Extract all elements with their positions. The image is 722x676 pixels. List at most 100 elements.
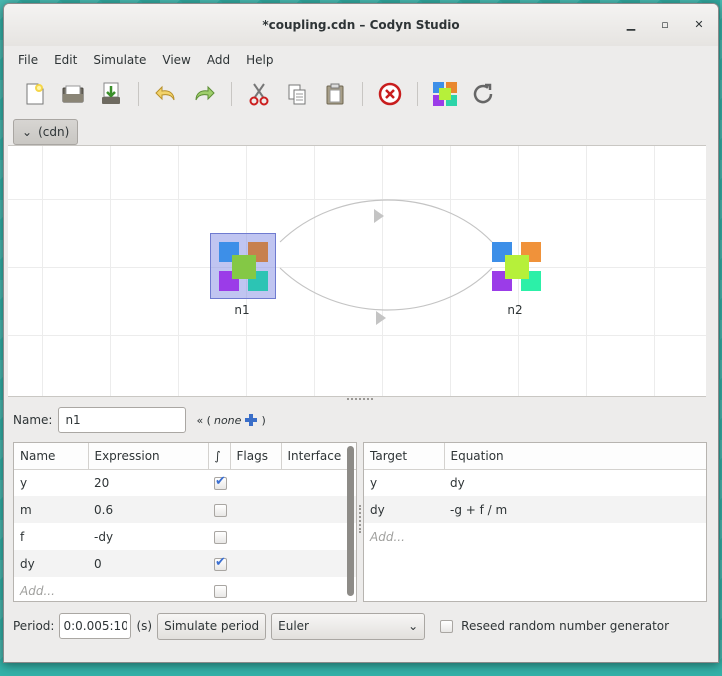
- column-header-target[interactable]: Target: [364, 443, 445, 470]
- integrated-checkbox[interactable]: [214, 474, 227, 490]
- period-field[interactable]: [59, 613, 132, 639]
- period-label: Period:: [13, 619, 55, 633]
- variables-table: Name Expression ∫ Flags Interface y 20 m…: [14, 443, 356, 604]
- scissors-icon[interactable]: [244, 79, 274, 109]
- template-none: none: [213, 413, 242, 427]
- menu-add[interactable]: Add: [199, 46, 238, 74]
- variable-flags[interactable]: [230, 469, 281, 496]
- equation-target[interactable]: y: [364, 469, 444, 496]
- node-label: n1: [234, 303, 250, 317]
- variable-expression[interactable]: 0: [88, 550, 208, 577]
- column-header-expression[interactable]: Expression: [88, 443, 209, 470]
- period-unit: (s): [136, 619, 153, 633]
- copy-icon[interactable]: [282, 79, 312, 109]
- add-template-icon[interactable]: [244, 413, 258, 427]
- variable-name[interactable]: y: [14, 469, 88, 496]
- delete-icon[interactable]: [375, 79, 405, 109]
- chevron-down-icon: ⌄: [22, 125, 33, 139]
- pane-resize-handle[interactable]: [347, 398, 373, 401]
- minimize-button[interactable]: ▁: [620, 17, 642, 33]
- menu-help[interactable]: Help: [238, 46, 281, 74]
- close-button[interactable]: ✕: [688, 17, 710, 33]
- undo-icon[interactable]: [151, 79, 181, 109]
- table-row[interactable]: f -dy: [14, 523, 356, 550]
- table-row[interactable]: Add...: [364, 523, 706, 550]
- simulation-bar: Period: (s) Simulate period Euler ⌄ Rese…: [13, 612, 669, 640]
- column-header-name[interactable]: Name: [14, 443, 89, 470]
- integrated-checkbox[interactable]: [214, 555, 227, 571]
- edge-arrow-icon: [376, 311, 386, 325]
- menu-file[interactable]: File: [10, 46, 46, 74]
- equations-panel: Target Equation y dy dy -g + f / m Add..…: [363, 442, 707, 602]
- column-header-flags[interactable]: Flags: [230, 443, 282, 470]
- integrated-checkbox[interactable]: [214, 530, 227, 544]
- integrator-value: Euler: [278, 619, 309, 633]
- table-row[interactable]: m 0.6: [14, 496, 356, 523]
- save-icon[interactable]: [96, 79, 126, 109]
- edge-arrow-icon: [374, 209, 384, 223]
- column-header-integrated[interactable]: ∫: [208, 443, 231, 470]
- table-row[interactable]: Add...: [14, 577, 356, 604]
- add-variable-placeholder[interactable]: Add...: [14, 577, 88, 604]
- edge-n2-to-n1[interactable]: [279, 199, 493, 243]
- network-path-button[interactable]: ⌄ (cdn): [13, 119, 79, 145]
- table-row[interactable]: dy -g + f / m: [364, 496, 706, 523]
- variable-expression[interactable]: 0.6: [88, 496, 208, 523]
- reseed-label: Reseed random number generator: [461, 619, 670, 633]
- menu-simulate[interactable]: Simulate: [85, 46, 154, 74]
- refresh-icon[interactable]: [468, 79, 498, 109]
- variable-flags[interactable]: [230, 523, 281, 550]
- menubar: File Edit Simulate View Add Help: [4, 46, 718, 74]
- table-row[interactable]: y 20: [14, 469, 356, 496]
- name-field[interactable]: [58, 407, 187, 433]
- variable-expression[interactable]: 20: [88, 469, 208, 496]
- table-row[interactable]: dy 0: [14, 550, 356, 577]
- variable-flags[interactable]: [230, 496, 281, 523]
- name-label: Name:: [13, 413, 53, 427]
- toolbar: [4, 74, 718, 114]
- paste-icon[interactable]: [320, 79, 350, 109]
- split-handle[interactable]: [359, 505, 362, 533]
- simulate-period-button[interactable]: Simulate period: [157, 612, 267, 640]
- equation-target[interactable]: dy: [364, 496, 444, 523]
- variable-name[interactable]: m: [14, 496, 88, 523]
- open-folder-icon[interactable]: [58, 79, 88, 109]
- maximize-button[interactable]: ▫: [654, 17, 676, 33]
- reseed-checkbox[interactable]: [440, 619, 454, 633]
- toolbar-separator: [362, 82, 363, 106]
- chevron-down-icon: ⌄: [408, 619, 419, 633]
- variable-expression[interactable]: -dy: [88, 523, 208, 550]
- variable-flags[interactable]: [230, 550, 281, 577]
- equation-value[interactable]: dy: [444, 469, 706, 496]
- variables-scrollbar[interactable]: [345, 444, 355, 600]
- edge-n1-to-n2[interactable]: [279, 267, 493, 311]
- variable-name[interactable]: f: [14, 523, 88, 550]
- titlebar[interactable]: *coupling.cdn – Codyn Studio ▁ ▫ ✕: [4, 4, 718, 46]
- table-row[interactable]: y dy: [364, 469, 706, 496]
- menu-view[interactable]: View: [154, 46, 198, 74]
- variable-name[interactable]: dy: [14, 550, 88, 577]
- new-file-icon[interactable]: [20, 79, 50, 109]
- integrated-checkbox[interactable]: [214, 503, 227, 517]
- add-equation-placeholder[interactable]: Add...: [364, 523, 444, 550]
- redo-icon[interactable]: [189, 79, 219, 109]
- templates-indicator: « ( none ): [196, 413, 265, 427]
- integrated-checkbox[interactable]: [214, 584, 227, 598]
- column-header-equation[interactable]: Equation: [444, 443, 706, 470]
- menu-edit[interactable]: Edit: [46, 46, 85, 74]
- edge-layer: [279, 199, 493, 325]
- reseed-option[interactable]: Reseed random number generator: [440, 619, 669, 633]
- variables-panel: Name Expression ∫ Flags Interface y 20 m…: [13, 442, 357, 602]
- equations-table: Target Equation y dy dy -g + f / m Add..…: [364, 443, 706, 550]
- node-icon: [219, 242, 268, 291]
- window-title: *coupling.cdn – Codyn Studio: [262, 18, 460, 32]
- node-icon: [492, 242, 541, 291]
- equation-value[interactable]: -g + f / m: [444, 496, 706, 523]
- scrollbar-thumb[interactable]: [347, 446, 354, 596]
- network-canvas[interactable]: n1 n2: [8, 145, 706, 397]
- group-node-icon[interactable]: [430, 79, 460, 109]
- network-path-label: (cdn): [38, 125, 70, 139]
- template-prefix: « (: [196, 413, 211, 427]
- integrator-select[interactable]: Euler ⌄: [271, 612, 426, 640]
- toolbar-separator: [231, 82, 232, 106]
